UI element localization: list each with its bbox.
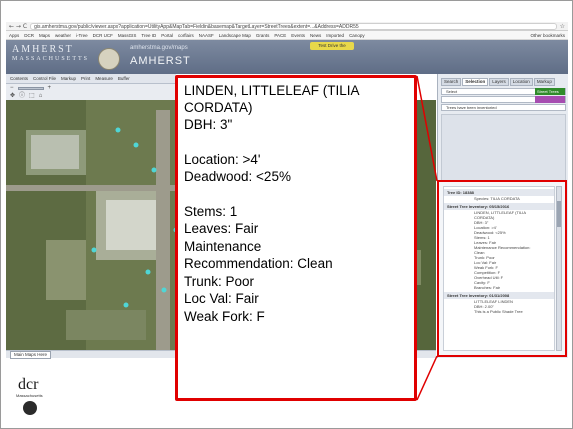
bookmark-item[interactable]: i-Tree [76, 31, 88, 39]
bookmark-item[interactable]: Events [291, 31, 305, 39]
other-bookmarks[interactable]: Other bookmarks [530, 31, 565, 39]
dcr-logo-subtitle: Massachusetts [16, 393, 43, 398]
scrollbar-thumb[interactable] [557, 201, 561, 227]
browser-nav-icons[interactable]: ← → C [9, 22, 27, 31]
bookmark-item[interactable]: News [310, 31, 321, 39]
dcr-emblem-icon [23, 401, 37, 415]
detail-line: This is a Public Shade Tree [474, 309, 523, 314]
tree-attributes-callout: LINDEN, LITTLELEAF (TILIA CORDATA) DBH: … [175, 75, 417, 401]
bookmarks-bar: Apps DCR Maps weather i-Tree DCR UCF Mas… [6, 31, 568, 40]
filter-row[interactable]: Trees have been inventoried [441, 104, 566, 111]
toolbar-item[interactable]: Markup [61, 76, 76, 81]
bookmark-item[interactable]: Landscape Map [219, 31, 251, 39]
callout-trunk: Trunk: Poor [184, 273, 255, 289]
callout-leaves: Leaves: Fair [184, 221, 259, 236]
layer-chip-street-trees[interactable]: Street Trees [535, 88, 565, 95]
test-drive-badge[interactable]: Test Drive the [310, 42, 354, 50]
toolbar-item[interactable]: Measure [95, 76, 113, 81]
bookmark-item[interactable]: MassGIS [118, 31, 137, 39]
species-line: Species: TILIA CORDATA [474, 196, 520, 201]
layer-color-swatch [535, 96, 565, 103]
map-toolbar: Contents Control File Markup Print Measu… [6, 74, 176, 84]
callout-deadwood: Deadwood: <25% [184, 169, 291, 184]
bookmark-item[interactable]: corflairs [178, 31, 194, 39]
callout-species-line: LINDEN, LITTLELEAF (TILIA [184, 83, 360, 98]
callout-spacer [184, 134, 408, 151]
bookmark-item[interactable]: Apps [9, 31, 19, 39]
bookmark-item[interactable]: Maps [39, 31, 50, 39]
callout-dbh: DBH: 3" [184, 117, 233, 132]
toolbar-item[interactable]: Buffer [118, 76, 130, 81]
toolbar-item[interactable]: Print [81, 76, 90, 81]
tab-search[interactable]: Search [441, 78, 462, 86]
inventory-2008-header: Street Tree Inventory: 01/31/2008 [444, 292, 554, 299]
pan-icon[interactable]: ✥ [10, 92, 15, 100]
callout-loc-val: Loc Val: Fair [184, 291, 259, 306]
address-bar[interactable]: gis.amherstma.gov/public/viewer.aspx?app… [30, 22, 557, 30]
zoom-controls: − + [6, 84, 176, 92]
site-title: AMHERST [130, 55, 191, 67]
select-icon[interactable]: ⬚ [29, 92, 35, 100]
toolbar-item[interactable]: Control File [33, 76, 56, 81]
brand-title: AMHERST [12, 44, 74, 55]
tree-details-content: Tree ID: 18388 Species: TILIA CORDATA St… [443, 186, 555, 351]
bookmark-item[interactable]: DCR [24, 31, 34, 39]
browser-toolbar: ← → C gis.amherstma.gov/public/viewer.as… [6, 22, 568, 31]
callout-maintenance: Maintenance [184, 238, 262, 254]
callout-spacer [184, 186, 408, 203]
detail-line: Branches: Fair [474, 285, 501, 290]
inventory-2016-header: Street Tree Inventory: 05/15/2016 [444, 203, 554, 210]
zoom-out-icon[interactable]: − [10, 84, 14, 92]
zoom-in-icon[interactable]: + [48, 84, 52, 92]
bookmark-item[interactable]: weather [55, 31, 71, 39]
details-scrollbar[interactable] [556, 186, 562, 351]
tree-id-header: Tree ID: 18388 [444, 189, 554, 196]
dcr-logo: dcr [18, 376, 39, 393]
toolbar-item[interactable]: Contents [10, 76, 28, 81]
bookmark-item[interactable]: Canopy [349, 31, 365, 39]
callout-stems: Stems: 1 [184, 203, 238, 219]
brand-subtitle: MASSACHUSETTS [12, 56, 90, 62]
bookmark-item[interactable]: Tree ID [141, 31, 156, 39]
tab-markup[interactable]: Markup [533, 78, 555, 86]
town-seal-icon [98, 48, 120, 70]
bookmark-item[interactable]: Grants [256, 31, 270, 39]
bookmark-item[interactable]: Imported [326, 31, 344, 39]
bookmark-item[interactable]: PACE [274, 31, 286, 39]
tree-details-box: Tree ID: 18388 Species: TILIA CORDATA St… [437, 180, 567, 357]
tab-layers[interactable]: Layers [489, 78, 509, 86]
star-icon[interactable]: ☆ [560, 22, 565, 31]
map-tools: ✥ ⓘ ⬚ ⌂ [6, 92, 176, 100]
zoom-slider[interactable] [17, 86, 44, 90]
tab-selection[interactable]: Selection [462, 78, 489, 86]
callout-recommendation: Recommendation: Clean [184, 256, 333, 271]
bookmark-item[interactable]: DCR UCF [93, 31, 113, 39]
callout-location: Location: >4' [184, 151, 261, 167]
callout-species-line: CORDATA) [184, 100, 253, 115]
app-header: AMHERST MASSACHUSETTS amherstma.gov/maps… [6, 40, 568, 74]
bookmark-item[interactable]: NAASF [199, 31, 214, 39]
map-select[interactable]: Main Maps Here [10, 350, 52, 359]
panel-tabs: Search Selection Layers Location Markup [438, 78, 569, 86]
callout-weak-fork: Weak Fork: F [184, 308, 265, 324]
site-url-label: amherstma.gov/maps [130, 45, 188, 51]
identify-icon[interactable]: ⓘ [19, 92, 25, 100]
bookmark-item[interactable]: Portal [161, 31, 173, 39]
home-icon[interactable]: ⌂ [39, 92, 43, 100]
tab-location[interactable]: Location [509, 78, 533, 86]
